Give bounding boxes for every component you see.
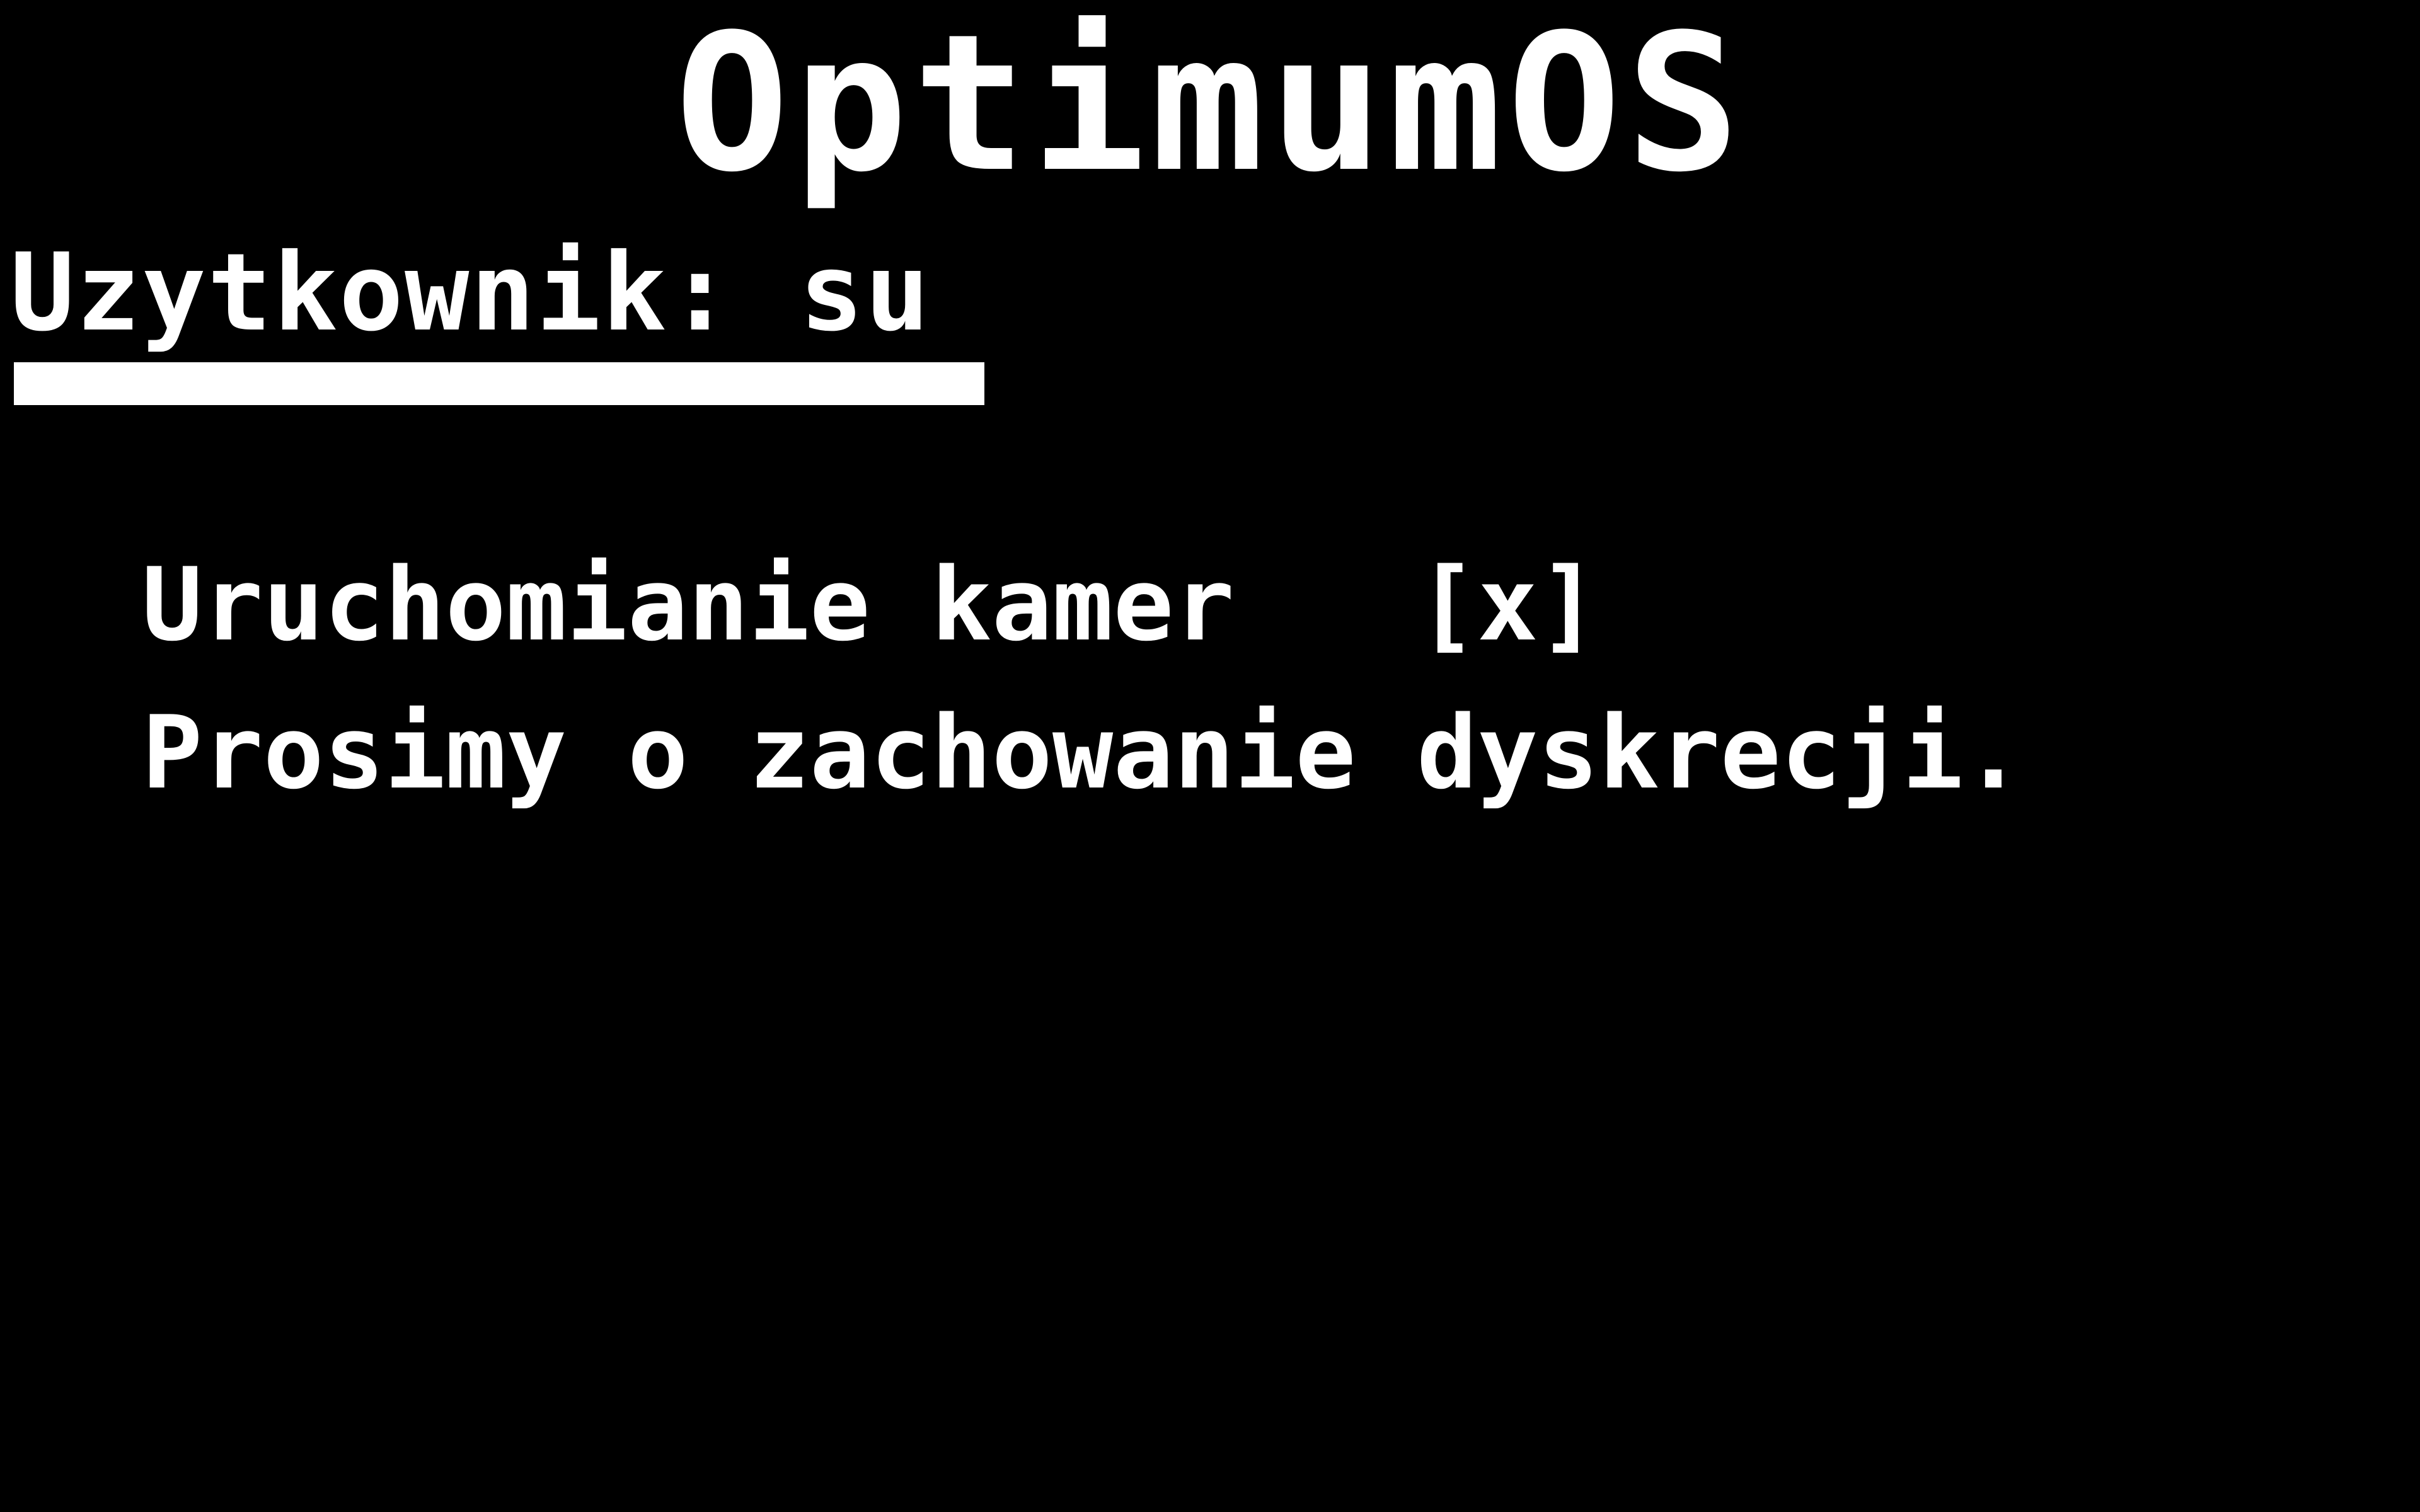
os-title: OptimumOS xyxy=(675,0,1745,214)
discretion-notice: Prosimy o zachowanie dyskrecji. xyxy=(142,694,2024,811)
progress-bar xyxy=(14,362,984,405)
status-checkbox: [x] xyxy=(1416,546,1599,663)
status-line: Uruchomianie kamer [x] xyxy=(142,548,1599,662)
boot-screen: OptimumOS Uzytkownik: su Uruchomianie ka… xyxy=(0,0,2420,1512)
progress-fill xyxy=(14,362,984,405)
status-label: Uruchomianie kamer xyxy=(142,546,1235,663)
user-label: Uzytkownik: su xyxy=(10,231,931,355)
